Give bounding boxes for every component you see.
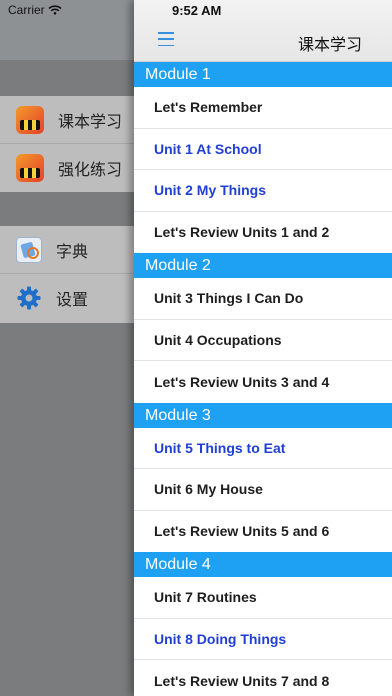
wifi-icon	[48, 5, 62, 15]
side-item-dictionary[interactable]: 字典	[0, 226, 140, 274]
unit-row[interactable]: Unit 7 Routines	[134, 577, 392, 619]
unit-row[interactable]: Unit 6 My House	[134, 469, 392, 511]
dictionary-icon	[16, 236, 42, 263]
carrier-indicator: Carrier	[8, 3, 62, 17]
unit-row[interactable]: Unit 3 Things I Can Do	[134, 278, 392, 320]
status-time: 9:52 AM	[172, 3, 222, 18]
unit-row[interactable]: Let's Review Units 5 and 6	[134, 511, 392, 553]
side-item-label: 强化练习	[58, 162, 123, 179]
unit-row[interactable]: Let's Review Units 1 and 2	[134, 212, 392, 254]
main-panel: 课本学习 Module 1 Let's Remember Unit 1 At S…	[134, 0, 392, 696]
module-rows: Unit 5 Things to Eat Unit 6 My House Let…	[134, 428, 392, 553]
unit-row[interactable]: Unit 4 Occupations	[134, 320, 392, 361]
unit-row[interactable]: Let's Review Units 7 and 8	[134, 660, 392, 696]
side-item-settings[interactable]: 设置	[0, 274, 140, 322]
module-rows: Let's Remember Unit 1 At School Unit 2 M…	[134, 87, 392, 253]
side-item-textbook-study[interactable]: 课本学习	[0, 96, 140, 144]
module-rows: Unit 7 Routines Unit 8 Doing Things Let'…	[134, 577, 392, 696]
side-item-intensive-practice[interactable]: 强化练习	[0, 144, 140, 192]
side-item-label: 课本学习	[58, 113, 123, 131]
unit-row[interactable]: Unit 8 Doing Things	[134, 619, 392, 660]
hamburger-menu-icon[interactable]	[158, 32, 174, 46]
unit-row[interactable]: Let's Remember	[134, 87, 392, 129]
page-title: 课本学习	[297, 37, 362, 54]
side-menu: 课本学习 强化练习 字典 设置	[0, 60, 140, 696]
gear-icon	[17, 286, 41, 310]
unit-row[interactable]: Let's Review Units 3 and 4	[134, 361, 392, 403]
unit-row[interactable]: Unit 2 My Things	[134, 170, 392, 212]
module-header: Module 1	[134, 62, 392, 87]
module-header: Module 2	[134, 253, 392, 278]
unit-row[interactable]: Unit 1 At School	[134, 129, 392, 170]
side-item-label: 设置	[56, 292, 89, 309]
status-bar: Carrier 9:52 AM	[0, 0, 392, 22]
side-menu-group-study: 课本学习 强化练习	[0, 96, 140, 192]
side-menu-group-tools: 字典 设置	[0, 226, 140, 323]
module-header: Module 4	[134, 552, 392, 577]
side-item-label: 字典	[56, 243, 89, 261]
module-rows: Unit 3 Things I Can Do Unit 4 Occupation…	[134, 278, 392, 403]
practice-app-icon	[16, 154, 44, 182]
unit-row[interactable]: Unit 5 Things to Eat	[134, 428, 392, 469]
module-list: Module 1 Let's Remember Unit 1 At School…	[134, 62, 392, 696]
textbook-app-icon	[16, 105, 44, 134]
carrier-label: Carrier	[8, 3, 45, 17]
module-header: Module 3	[134, 402, 392, 428]
